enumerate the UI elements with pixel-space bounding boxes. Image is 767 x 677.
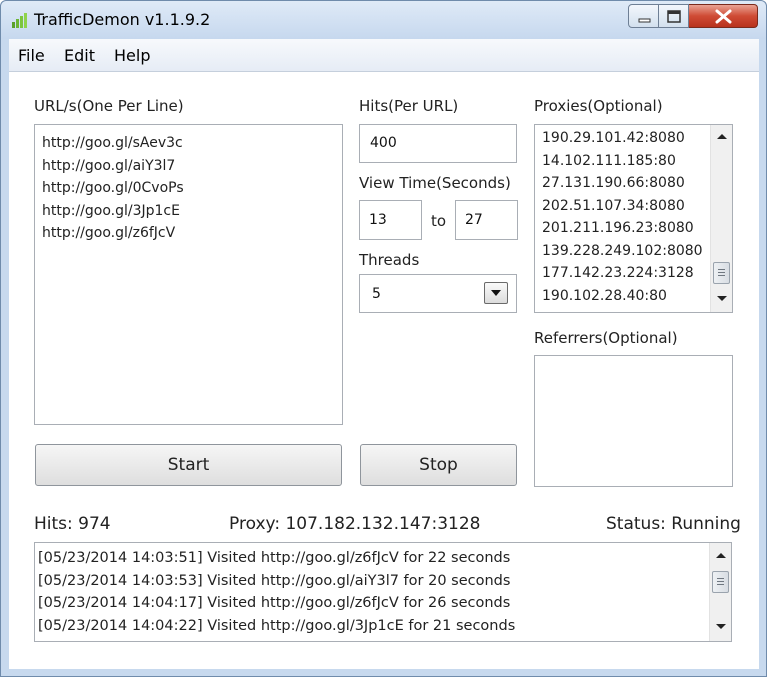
app-window: TrafficDemon v1.1.9.2 File Edit Help URL… [0,0,767,677]
log-scrollbar[interactable] [709,543,731,641]
close-icon [715,9,732,24]
hits-count: Hits: 974 [34,514,111,534]
maximize-button[interactable] [659,4,689,28]
proxies-scroll-thumb[interactable] [713,262,730,284]
proxies-label: Proxies(Optional) [534,97,663,115]
proxy-line: 202.51.107.34:8080 [542,197,685,214]
proxy-line: 27.131.190.66:8080 [542,175,685,191]
threads-value: 5 [372,286,381,302]
proxy-line: 190.29.101.42:8080 [542,130,685,146]
proxy-line: 190.102.28.40:80 [542,287,667,304]
url-line: http://goo.gl/0CvoPs [42,180,184,196]
minimize-icon [638,18,651,23]
maximize-icon [667,10,681,23]
log-scroll-thumb[interactable] [712,571,729,593]
menu-bar: File Edit Help [9,39,759,72]
view-time-max-value: 27 [465,212,483,228]
view-time-max-input[interactable]: 27 [455,200,518,240]
proxy-line: 14.102.111.185:80 [542,152,676,169]
log-list[interactable]: [05/23/2014 14:03:51] Visited http://goo… [34,542,732,642]
threads-select[interactable]: 5 [359,274,517,313]
proxy-line: 177.142.23.224:3128 [542,265,694,281]
status-text: Status: Running [606,514,741,534]
log-line: [05/23/2014 14:03:53] Visited http://goo… [38,572,511,589]
log-line: [05/23/2014 14:04:22] Visited http://goo… [38,617,516,634]
view-time-to-label: to [431,212,447,230]
view-time-min-input[interactable]: 13 [359,200,422,240]
app-icon [12,13,27,28]
log-line: [05/23/2014 14:03:51] Visited http://goo… [38,550,511,566]
url-line: http://goo.gl/z6fJcV [42,225,176,241]
proxies-textarea[interactable]: 190.29.101.42:8080 14.102.111.185:80 27.… [534,124,733,313]
window-title: TrafficDemon v1.1.9.2 [34,10,211,29]
threads-dropdown-button[interactable] [484,282,508,304]
close-button[interactable] [689,4,758,28]
menu-file[interactable]: File [18,46,45,65]
log-line: [05/23/2014 14:04:17] Visited http://goo… [38,595,511,611]
minimize-button[interactable] [628,4,659,28]
proxy-line: 201.211.196.23:8080 [542,220,694,236]
urls-label: URL/s(One Per Line) [34,97,184,115]
referrers-textarea[interactable] [534,355,733,487]
urls-textarea[interactable]: http://goo.gl/sAev3c http://goo.gl/aiY3l… [34,124,343,425]
current-proxy: Proxy: 107.182.132.147:3128 [229,514,481,534]
chevron-down-icon [491,290,501,296]
proxy-line: 139.228.249.102:8080 [542,242,703,259]
url-line: http://goo.gl/3Jp1cE [42,202,180,219]
main-panel: URL/s(One Per Line) http://goo.gl/sAev3c… [9,72,759,669]
start-button[interactable]: Start [35,444,342,486]
scroll-up-icon[interactable] [715,551,727,559]
view-time-label: View Time(Seconds) [359,174,511,192]
scroll-down-icon[interactable] [716,295,728,303]
scroll-up-icon[interactable] [716,132,728,140]
menu-edit[interactable]: Edit [64,46,95,65]
menu-help[interactable]: Help [114,46,150,65]
proxies-scrollbar[interactable] [710,125,732,312]
url-line: http://goo.gl/sAev3c [42,135,183,151]
referrers-label: Referrers(Optional) [534,329,678,347]
title-bar[interactable]: TrafficDemon v1.1.9.2 [1,1,766,39]
view-time-min-value: 13 [369,212,387,228]
stop-button[interactable]: Stop [360,444,517,486]
hits-label: Hits(Per URL) [359,97,459,115]
url-line: http://goo.gl/aiY3l7 [42,157,176,174]
hits-value: 400 [370,135,397,151]
threads-label: Threads [359,251,420,269]
scroll-down-icon[interactable] [715,623,727,631]
hits-input[interactable]: 400 [359,124,517,163]
